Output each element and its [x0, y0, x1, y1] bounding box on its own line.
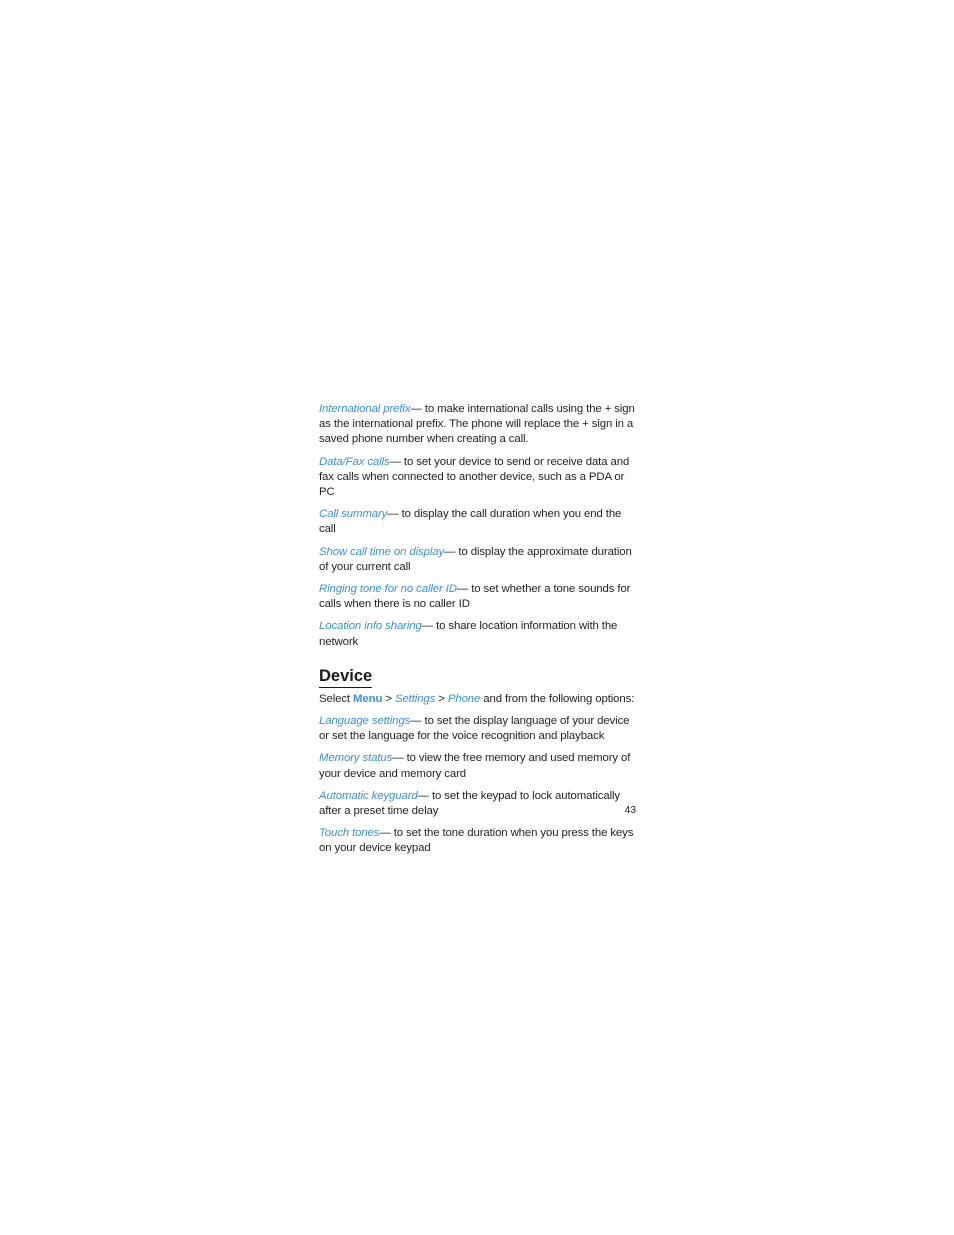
manual-page: International prefix— to make internatio…: [0, 0, 954, 1235]
setting-term: Data/Fax calls: [319, 455, 390, 468]
menu-path-item-phone: Phone: [447, 692, 481, 705]
setting-dash: —: [444, 545, 456, 558]
setting-dash: —: [379, 827, 391, 840]
setting-entry: Location info sharing— to share location…: [319, 619, 636, 649]
setting-entry: Ringing tone for no caller ID— to set wh…: [319, 582, 636, 612]
page-title: Device: [319, 667, 636, 688]
device-section-heading-block: Device: [319, 667, 636, 688]
setting-entry: Touch tones— to set the tone duration wh…: [319, 826, 636, 856]
setting-dash: —: [392, 752, 404, 765]
setting-entry: Language settings— to set the display la…: [319, 714, 636, 744]
menu-path-item-menu: Menu: [353, 692, 383, 705]
setting-entry: Memory status— to view the free memory a…: [319, 751, 636, 781]
setting-dash: —: [421, 620, 434, 633]
setting-dash: —: [410, 403, 422, 415]
setting-entry: Data/Fax calls— to set your device to se…: [319, 455, 636, 501]
setting-term: Memory status: [319, 752, 393, 765]
setting-entry: Call summary— to display the call durati…: [319, 507, 636, 537]
page-number: 43: [624, 805, 636, 816]
setting-term: Location info sharing: [319, 620, 422, 633]
menu-path-item-settings: Settings: [394, 692, 436, 705]
setting-term: Language settings: [319, 715, 411, 728]
setting-dash: —: [456, 583, 469, 596]
menu-path-line: Select Menu > Settings > Phone and from …: [319, 692, 636, 707]
setting-term: International prefix: [319, 403, 411, 415]
setting-entry: International prefix— to make internatio…: [319, 402, 636, 448]
setting-dash: —: [417, 789, 429, 802]
select-prefix: Select: [319, 692, 354, 705]
menu-path-separator: >: [382, 692, 395, 705]
setting-dash: —: [389, 455, 401, 468]
setting-dash: —: [387, 508, 399, 521]
menu-path-separator: >: [435, 692, 448, 705]
setting-entry: Show call time on display— to display th…: [319, 545, 636, 575]
setting-dash: —: [410, 715, 422, 728]
setting-term: Show call time on display: [319, 545, 445, 558]
setting-term: Touch tones: [319, 827, 380, 840]
section-heading-text: Device: [319, 667, 373, 688]
setting-term: Ringing tone for no caller ID: [319, 583, 457, 596]
page-content-column: International prefix— to make internatio…: [319, 402, 636, 857]
setting-term: Automatic keyguard: [319, 789, 418, 802]
setting-term: Call summary: [319, 508, 388, 521]
select-suffix: and from the following options:: [480, 692, 635, 705]
